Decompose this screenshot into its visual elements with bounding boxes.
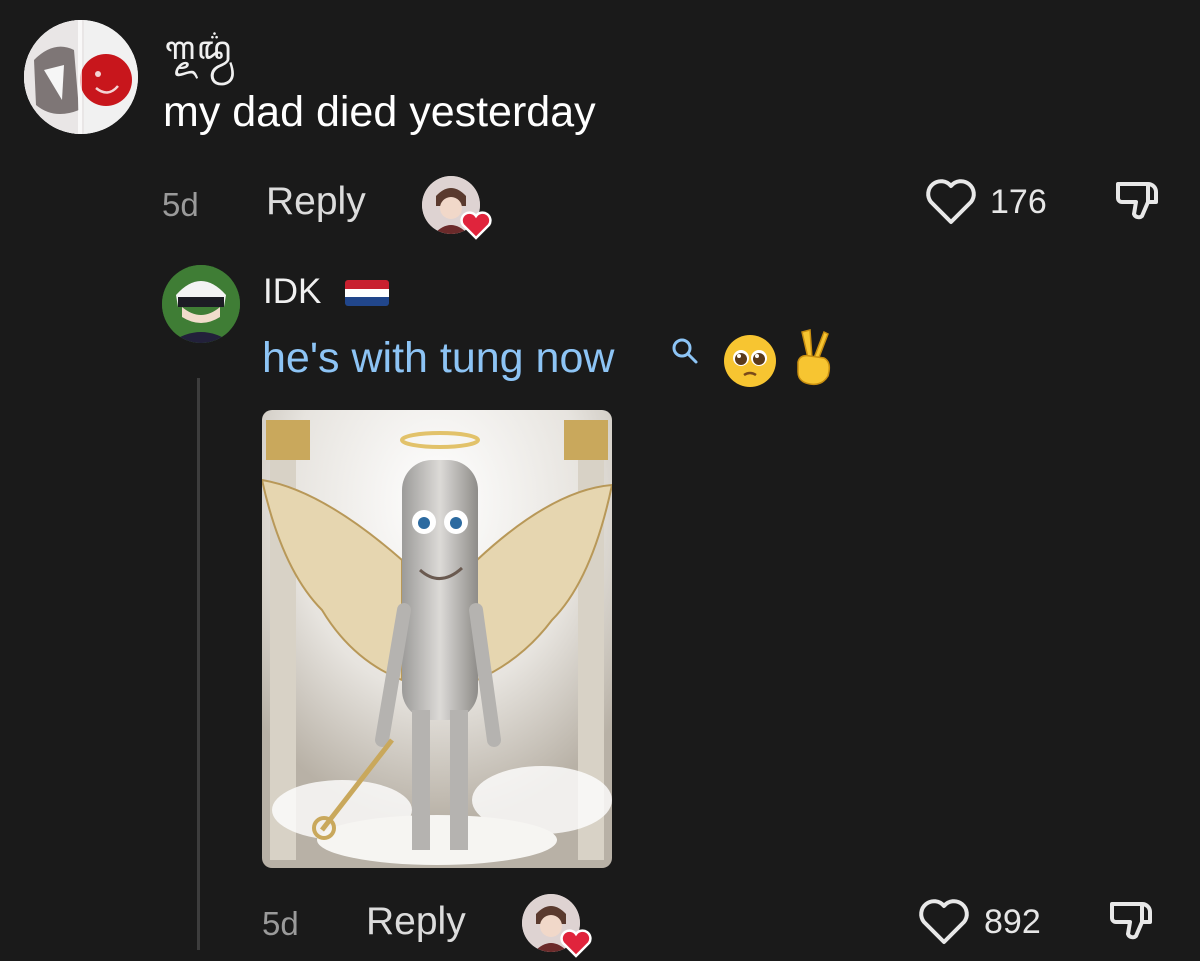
avatar-image [162, 265, 240, 343]
reply-button[interactable]: Reply [266, 180, 366, 224]
creator-liked-avatar [422, 176, 492, 240]
heart-outline-icon[interactable] [918, 898, 970, 946]
search-icon[interactable] [671, 337, 699, 365]
attached-image[interactable] [262, 410, 612, 868]
netherlands-flag-icon [345, 280, 389, 306]
reply-time: 5d [262, 905, 299, 942]
creator-liked-avatar [522, 894, 592, 958]
reply-username[interactable]: IDK [263, 272, 321, 312]
heart-badge-icon [460, 211, 492, 240]
dislike-icon[interactable] [1106, 896, 1160, 950]
avatar[interactable] [24, 20, 138, 134]
reply-text-link[interactable]: he's with tung now [262, 334, 614, 383]
heart-badge-icon [560, 929, 592, 958]
comment-username[interactable]: ꦒ꧀ꦌꦢ꧀ꦮ꦳ [165, 24, 233, 89]
thread-line [197, 378, 200, 950]
reply-avatar[interactable] [162, 265, 240, 343]
victory-hand-emoji [790, 328, 836, 388]
comment-text: my dad died yesterday [163, 88, 596, 136]
avatar-image [24, 20, 138, 134]
like-count: 176 [990, 183, 1047, 221]
dislike-icon[interactable] [1112, 176, 1166, 230]
like-count: 892 [984, 903, 1041, 941]
reply-button[interactable]: Reply [366, 900, 466, 944]
comment-time: 5d [162, 186, 199, 223]
heart-outline-icon[interactable] [925, 178, 977, 226]
pleading-face-emoji [722, 333, 778, 389]
